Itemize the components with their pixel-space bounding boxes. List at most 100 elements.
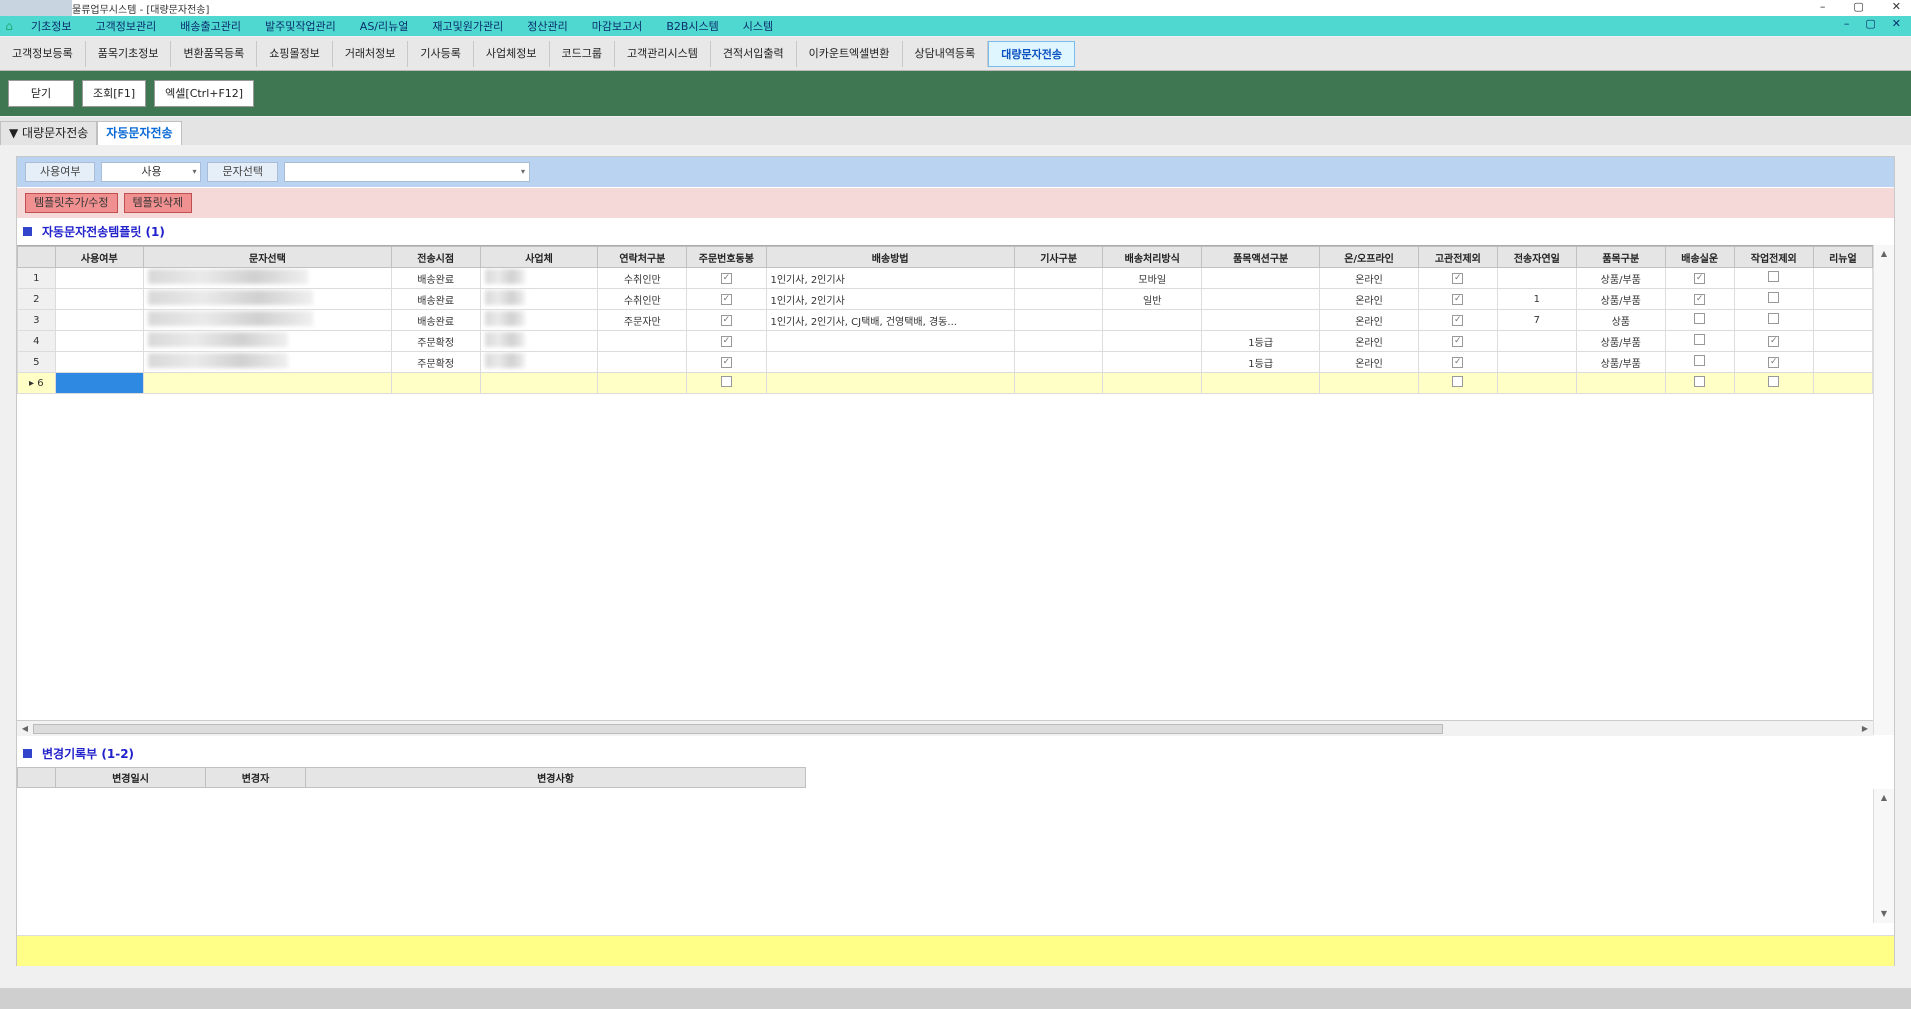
- maximize-button[interactable]: ▢: [1853, 0, 1863, 13]
- vertical-scrollbar[interactable]: ▲: [1873, 245, 1894, 735]
- cell-timing[interactable]: 주문확정: [390, 351, 481, 373]
- column-header[interactable]: 품목액션구분: [1201, 246, 1321, 268]
- cell-empty[interactable]: [1102, 372, 1203, 394]
- empty-checkbox-icon[interactable]: [720, 376, 732, 387]
- menu-b2b[interactable]: B2B시스템: [654, 18, 730, 34]
- empty-checkbox-icon[interactable]: [1768, 271, 1780, 282]
- column-header[interactable]: 배송실운: [1664, 246, 1735, 268]
- tab-ecount-convert[interactable]: 이카운트엑셀변환: [797, 40, 903, 67]
- cell-days[interactable]: 7: [1496, 309, 1577, 331]
- column-header[interactable]: 사업체: [479, 246, 599, 268]
- tab-auto-sms[interactable]: 자동문자전송: [97, 121, 182, 145]
- mdi-close-button[interactable]: ✕: [1892, 17, 1901, 30]
- cell-use[interactable]: [54, 309, 145, 331]
- cell-method[interactable]: [1102, 330, 1203, 352]
- tab-bulk-sms-parent[interactable]: ▼ 대량문자전송: [0, 121, 98, 145]
- cell-company[interactable]: [479, 267, 599, 289]
- template-section-header[interactable]: 자동문자전송템플릿 (1): [17, 221, 165, 241]
- cell-item[interactable]: 상품/부품: [1575, 351, 1666, 373]
- checked-checkbox-icon[interactable]: ✓: [1452, 294, 1464, 305]
- checked-checkbox-icon[interactable]: ✓: [1452, 336, 1464, 347]
- mdi-minimize-button[interactable]: –: [1844, 17, 1850, 30]
- cell-renewal[interactable]: [1812, 267, 1873, 289]
- minimize-button[interactable]: –: [1820, 0, 1826, 13]
- cell-company[interactable]: [479, 351, 599, 373]
- cell-ship[interactable]: ✓: [1664, 288, 1735, 310]
- empty-checkbox-icon[interactable]: [1694, 376, 1706, 387]
- column-header[interactable]: 온/오프라인: [1319, 246, 1419, 268]
- cell-driver[interactable]: [1013, 309, 1104, 331]
- cell-item[interactable]: 상품/부품: [1575, 288, 1666, 310]
- cell-company[interactable]: [479, 309, 599, 331]
- column-header[interactable]: 배송방법: [765, 246, 1015, 268]
- cell-empty[interactable]: [765, 372, 1015, 394]
- column-header[interactable]: 변경자: [205, 767, 306, 788]
- checked-checkbox-icon[interactable]: ✓: [1452, 357, 1464, 368]
- cell-contact[interactable]: [597, 330, 688, 352]
- column-header[interactable]: 전송자연일: [1496, 246, 1577, 268]
- tab-bulk-sms[interactable]: 대량문자전송: [988, 40, 1076, 67]
- checked-checkbox-icon[interactable]: ✓: [720, 336, 732, 347]
- tab-code-group[interactable]: 코드그룹: [550, 40, 615, 67]
- cell-timing[interactable]: 주문확정: [390, 330, 481, 352]
- cell-message[interactable]: [143, 309, 392, 331]
- tab-customer-system[interactable]: 고객관리시스템: [615, 40, 711, 67]
- cell-work[interactable]: ✓: [1733, 330, 1814, 352]
- cell-exclude[interactable]: ✓: [1417, 309, 1498, 331]
- cell-order-no[interactable]: ✓: [686, 288, 767, 310]
- cell-contact[interactable]: [597, 351, 688, 373]
- column-header[interactable]: 문자선택: [143, 246, 392, 268]
- cell-online[interactable]: 온라인: [1319, 351, 1419, 373]
- checked-checkbox-icon[interactable]: ✓: [1694, 294, 1706, 305]
- mdi-restore-button[interactable]: ▢: [1865, 17, 1875, 30]
- tab-consult-register[interactable]: 상담내역등록: [903, 40, 989, 67]
- cell-days[interactable]: [1496, 330, 1577, 352]
- scroll-down-icon[interactable]: ▼: [1877, 907, 1891, 921]
- checked-checkbox-icon[interactable]: ✓: [720, 273, 732, 284]
- cell-renewal[interactable]: [1812, 351, 1873, 373]
- cell-renewal[interactable]: [1812, 288, 1873, 310]
- tab-vendor-info[interactable]: 거래처정보: [333, 40, 409, 67]
- cell-empty[interactable]: [1496, 372, 1577, 394]
- template-add-edit-button[interactable]: 템플릿추가/수정: [25, 193, 118, 213]
- table-row[interactable]: 1 배송완료 수취인만 ✓ 1인기사, 2인기사 모바일 온라인 ✓ 상품/부품 ✓: [17, 267, 1873, 289]
- cell-method[interactable]: [1102, 351, 1203, 373]
- cell-method[interactable]: 일반: [1102, 288, 1203, 310]
- cell-contact[interactable]: 수취인만: [597, 267, 688, 289]
- cell-ship[interactable]: [1664, 351, 1735, 373]
- checked-checkbox-icon[interactable]: ✓: [1694, 273, 1706, 284]
- menu-shipping[interactable]: 배송출고관리: [168, 18, 253, 34]
- scroll-left-icon[interactable]: ◀: [18, 722, 32, 736]
- cell-order-no[interactable]: ✓: [686, 330, 767, 352]
- cell-use[interactable]: [54, 351, 145, 373]
- cell-use[interactable]: [54, 288, 145, 310]
- message-select[interactable]: ▾: [283, 162, 530, 182]
- cell-work[interactable]: ✓: [1733, 351, 1814, 373]
- cell-online[interactable]: 온라인: [1319, 288, 1419, 310]
- cell-order-no[interactable]: ✓: [686, 351, 767, 373]
- checked-checkbox-icon[interactable]: ✓: [1452, 273, 1464, 284]
- cell-days[interactable]: [1496, 267, 1577, 289]
- search-button[interactable]: 조회[F1]: [82, 80, 147, 107]
- horizontal-scrollbar[interactable]: ◀ ▶: [17, 720, 1873, 736]
- column-header[interactable]: 변경사항: [305, 767, 806, 788]
- tab-customer-register[interactable]: 고객정보등록: [0, 40, 86, 67]
- tab-mall-info[interactable]: 쇼핑몰정보: [257, 40, 333, 67]
- menu-basic-info[interactable]: 기초정보: [19, 18, 83, 34]
- cell-use[interactable]: [54, 267, 145, 289]
- empty-checkbox-icon[interactable]: [1694, 334, 1706, 345]
- table-row[interactable]: 3 배송완료 주문자만 ✓ 1인기사, 2인기사, CJ택배, 건영택배, 경동... 온…: [17, 309, 1873, 331]
- menu-customer[interactable]: 고객정보관리: [83, 18, 168, 34]
- cell-empty[interactable]: [390, 372, 481, 394]
- menu-inventory[interactable]: 재고및원가관리: [420, 18, 515, 34]
- close-button[interactable]: 닫기: [8, 80, 74, 107]
- cell-ship[interactable]: [1664, 330, 1735, 352]
- template-delete-button[interactable]: 템플릿삭제: [123, 193, 193, 213]
- cell-message[interactable]: [143, 351, 392, 373]
- cell-delivery[interactable]: [765, 351, 1015, 373]
- column-header[interactable]: 전송시점: [390, 246, 481, 268]
- cell-contact[interactable]: 수취인만: [597, 288, 688, 310]
- cell-delivery[interactable]: 1인기사, 2인기사, CJ택배, 건영택배, 경동...: [765, 309, 1015, 331]
- menu-as[interactable]: AS/리뉴얼: [348, 18, 421, 34]
- column-header[interactable]: 사용여부: [54, 246, 145, 268]
